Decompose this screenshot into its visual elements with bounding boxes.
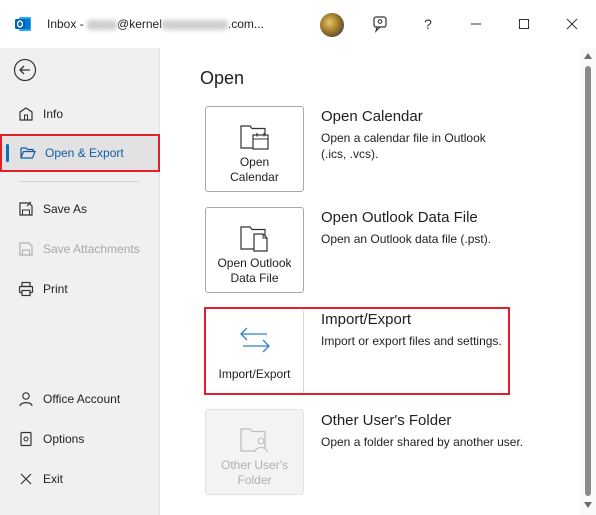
sidebar-item-open-export[interactable]: Open & Export	[0, 134, 160, 172]
sidebar-item-label: Exit	[43, 472, 64, 486]
selection-indicator	[6, 144, 9, 162]
option-title: Import/Export	[321, 311, 412, 328]
sidebar-item-options[interactable]: Options	[0, 420, 160, 458]
import-export-icon	[239, 327, 270, 353]
sidebar-item-label: Save Attachments	[43, 242, 140, 256]
window-title: Inbox - jolly@kerneldatarecovery.com...	[47, 17, 264, 31]
option-description-line: Open a calendar file in Outlook	[321, 131, 486, 145]
option-description: Open a calendar file in Outlook (.ics, .…	[321, 130, 571, 162]
person-icon	[19, 392, 33, 407]
save-as-icon	[19, 201, 33, 216]
tile-label-line: Calendar	[230, 170, 279, 184]
sidebar-item-office-account[interactable]: Office Account	[0, 380, 160, 418]
title-domain: @kernel	[117, 17, 162, 31]
sidebar-item-label: Save As	[43, 202, 88, 216]
minimize-icon	[471, 23, 481, 25]
folder-open-icon	[20, 147, 36, 159]
maximize-icon	[519, 19, 529, 29]
tile-label: Open Calendar	[230, 155, 279, 185]
sidebar-item-label: Print	[43, 282, 68, 296]
close-icon	[566, 18, 578, 30]
calendar-folder-icon	[239, 125, 269, 150]
tile-label-line: Open	[239, 155, 270, 169]
scroll-down-arrow-icon[interactable]	[584, 502, 592, 508]
options-icon	[20, 431, 32, 447]
user-avatar[interactable]	[320, 13, 344, 37]
tile-label-line: Folder	[237, 473, 272, 487]
title-bar: Inbox - jolly@kerneldatarecovery.com... …	[0, 0, 596, 48]
other-users-folder-button: Other User's Folder	[205, 409, 304, 495]
outlook-app-icon	[15, 17, 31, 31]
tile-label: Import/Export	[218, 367, 291, 381]
import-export-button[interactable]: Import/Export	[205, 309, 304, 395]
help-button[interactable]: ?	[416, 12, 440, 36]
print-icon	[18, 281, 34, 297]
maximize-button[interactable]	[512, 12, 536, 36]
minimize-button[interactable]	[464, 12, 488, 36]
info-icon	[19, 107, 33, 121]
option-description: Open an Outlook data file (.pst).	[321, 232, 492, 246]
option-title: Open Calendar	[321, 108, 423, 125]
title-prefix: Inbox -	[47, 17, 88, 31]
redacted-text: jolly	[87, 19, 118, 30]
option-description: Import or export files and settings.	[321, 334, 502, 348]
shared-folder-icon	[239, 428, 268, 453]
option-title: Open Outlook Data File	[321, 209, 478, 226]
sidebar-item-save-as[interactable]: Save As	[0, 190, 160, 228]
scrollbar-thumb[interactable]	[585, 66, 591, 496]
title-suffix: .com...	[227, 17, 264, 31]
sidebar-item-label: Options	[43, 432, 85, 446]
tile-label-line: Data File	[230, 271, 279, 285]
sidebar-item-label: Open & Export	[45, 146, 124, 160]
open-panel: Open Open Calendar Open Calendar Open a …	[161, 48, 580, 515]
tile-label: Other User's Folder	[221, 458, 288, 488]
data-file-folder-icon	[239, 226, 268, 252]
page-title: Open	[200, 68, 245, 88]
sidebar-item-label: Info	[43, 107, 64, 121]
redacted-text: datarecovery	[161, 19, 228, 30]
sidebar-item-info[interactable]: Info	[0, 95, 160, 133]
option-description: Open a folder shared by another user.	[321, 435, 524, 449]
open-outlook-data-file-button[interactable]: Open Outlook Data File	[205, 207, 304, 293]
sidebar-item-print[interactable]: Print	[0, 270, 160, 308]
sidebar-divider	[19, 181, 139, 182]
sidebar-item-label: Office Account	[43, 392, 121, 406]
sidebar-item-exit[interactable]: Exit	[0, 460, 160, 498]
feedback-button[interactable]	[368, 12, 392, 36]
backstage-sidebar: Info Open & Export Save As Save Attachme…	[0, 48, 160, 515]
tile-label: Open Outlook Data File	[217, 256, 291, 286]
feedback-icon	[373, 16, 387, 33]
attachment-icon	[19, 242, 33, 256]
sidebar-item-save-attachments: Save Attachments	[0, 230, 160, 268]
open-calendar-button[interactable]: Open Calendar	[205, 106, 304, 192]
scroll-up-arrow-icon[interactable]	[584, 53, 592, 59]
tile-label-line: Open Outlook	[217, 256, 292, 270]
tile-label-line: Other User's	[221, 458, 288, 472]
option-title: Other User's Folder	[321, 412, 452, 429]
close-window-button[interactable]	[560, 12, 584, 36]
close-icon	[20, 473, 32, 485]
option-description-line: (.ics, .vcs).	[321, 147, 379, 161]
back-arrow-icon[interactable]	[13, 58, 37, 82]
